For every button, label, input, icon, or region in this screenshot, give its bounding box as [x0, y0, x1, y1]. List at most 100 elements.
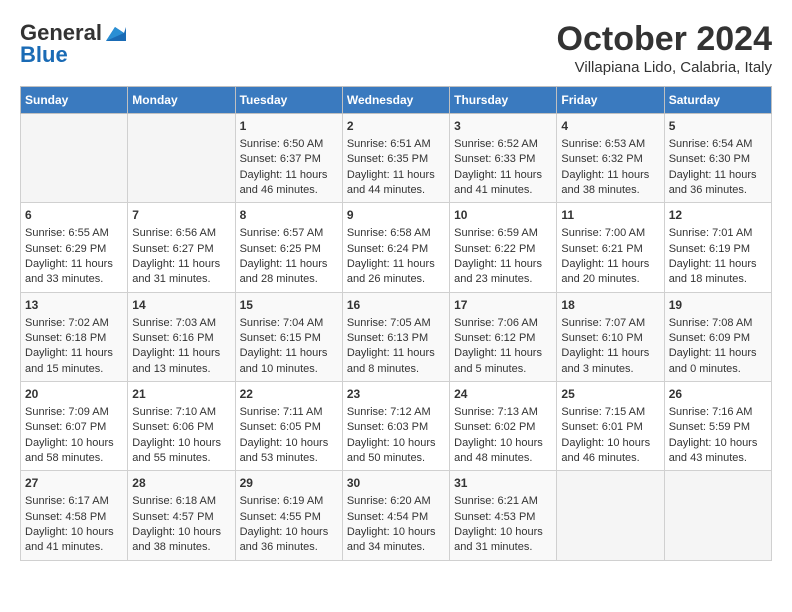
calendar-cell: 8 Sunrise: 6:57 AMSunset: 6:25 PMDaylight…	[235, 203, 342, 292]
day-info: Sunrise: 6:58 AM	[347, 226, 445, 241]
day-info: Sunset: 6:32 PM	[561, 152, 659, 167]
calendar-cell: 27Sunrise: 6:17 AMSunset: 4:58 PMDayligh…	[21, 471, 128, 560]
day-info: Daylight: 11 hours and 13 minutes.	[132, 346, 230, 377]
day-info: Daylight: 11 hours and 18 minutes.	[669, 257, 767, 288]
calendar-week-2: 6Sunrise: 6:55 AMSunset: 6:29 PMDaylight…	[21, 203, 772, 292]
day-info: Daylight: 10 hours and 36 minutes.	[240, 525, 338, 556]
calendar-cell: 18Sunrise: 7:07 AMSunset: 6:10 PMDayligh…	[557, 292, 664, 381]
header-day-friday: Friday	[557, 87, 664, 114]
day-info: Sunrise: 7:13 AM	[454, 405, 552, 420]
day-info: Sunrise: 6:57 AM	[240, 226, 338, 241]
day-info: Daylight: 11 hours and 28 minutes.	[240, 257, 338, 288]
day-number: 14	[132, 297, 230, 314]
day-info: Sunrise: 7:05 AM	[347, 316, 445, 331]
day-info: Sunset: 6:19 PM	[669, 242, 767, 257]
day-number: 31	[454, 475, 552, 492]
calendar-cell: 21Sunrise: 7:10 AMSunset: 6:06 PMDayligh…	[128, 382, 235, 471]
calendar-cell: 5Sunrise: 6:54 AMSunset: 6:30 PMDaylight…	[664, 114, 771, 203]
page-header: General Blue October 2024 Villapiana Lid…	[20, 20, 772, 76]
day-info: Daylight: 10 hours and 31 minutes.	[454, 525, 552, 556]
day-info: Sunrise: 6:54 AM	[669, 137, 767, 152]
day-info: Daylight: 11 hours and 36 minutes.	[669, 168, 767, 199]
day-info: Daylight: 11 hours and 20 minutes.	[561, 257, 659, 288]
day-number: 7	[132, 207, 230, 224]
calendar-cell: 1Sunrise: 6:50 AMSunset: 6:37 PMDaylight…	[235, 114, 342, 203]
day-number: 6	[25, 207, 123, 224]
day-info: Sunrise: 6:59 AM	[454, 226, 552, 241]
day-info: Sunrise: 7:10 AM	[132, 405, 230, 420]
day-info: Sunset: 6:15 PM	[240, 331, 338, 346]
calendar-cell: 2Sunrise: 6:51 AMSunset: 6:35 PMDaylight…	[342, 114, 449, 203]
day-info: Sunrise: 7:11 AM	[240, 405, 338, 420]
calendar-cell: 11Sunrise: 7:00 AMSunset: 6:21 PMDayligh…	[557, 203, 664, 292]
day-number: 25	[561, 386, 659, 403]
calendar-cell	[128, 114, 235, 203]
day-info: Sunset: 6:27 PM	[132, 242, 230, 257]
calendar-week-1: 1Sunrise: 6:50 AMSunset: 6:37 PMDaylight…	[21, 114, 772, 203]
day-number: 29	[240, 475, 338, 492]
day-info: Sunset: 6:07 PM	[25, 420, 123, 435]
month-title: October 2024	[557, 20, 772, 59]
day-info: Daylight: 11 hours and 5 minutes.	[454, 346, 552, 377]
day-info: Daylight: 10 hours and 48 minutes.	[454, 436, 552, 467]
header-day-saturday: Saturday	[664, 87, 771, 114]
day-number: 20	[25, 386, 123, 403]
day-info: Sunrise: 6:53 AM	[561, 137, 659, 152]
day-number: 2	[347, 118, 445, 135]
day-number: 23	[347, 386, 445, 403]
header-day-tuesday: Tuesday	[235, 87, 342, 114]
day-info: Sunset: 6:06 PM	[132, 420, 230, 435]
day-number: 22	[240, 386, 338, 403]
calendar-cell: 16Sunrise: 7:05 AMSunset: 6:13 PMDayligh…	[342, 292, 449, 381]
day-number: 28	[132, 475, 230, 492]
day-number: 8	[240, 207, 338, 224]
day-info: Daylight: 11 hours and 33 minutes.	[25, 257, 123, 288]
calendar-cell: 6Sunrise: 6:55 AMSunset: 6:29 PMDaylight…	[21, 203, 128, 292]
day-info: Daylight: 11 hours and 8 minutes.	[347, 346, 445, 377]
header-day-monday: Monday	[128, 87, 235, 114]
calendar-cell: 22Sunrise: 7:11 AMSunset: 6:05 PMDayligh…	[235, 382, 342, 471]
day-info: Sunset: 6:16 PM	[132, 331, 230, 346]
day-info: Sunrise: 6:51 AM	[347, 137, 445, 152]
calendar-cell: 24Sunrise: 7:13 AMSunset: 6:02 PMDayligh…	[450, 382, 557, 471]
day-info: Sunrise: 6:50 AM	[240, 137, 338, 152]
day-info: Sunrise: 6:18 AM	[132, 494, 230, 509]
logo-blue: Blue	[20, 42, 68, 68]
day-number: 9	[347, 207, 445, 224]
day-info: Sunset: 6:21 PM	[561, 242, 659, 257]
day-info: Sunset: 6:25 PM	[240, 242, 338, 257]
calendar-cell: 3Sunrise: 6:52 AMSunset: 6:33 PMDaylight…	[450, 114, 557, 203]
day-info: Sunrise: 7:08 AM	[669, 316, 767, 331]
day-info: Sunset: 6:30 PM	[669, 152, 767, 167]
day-info: Sunrise: 7:16 AM	[669, 405, 767, 420]
day-info: Sunset: 6:03 PM	[347, 420, 445, 435]
day-info: Sunrise: 7:03 AM	[132, 316, 230, 331]
day-info: Sunset: 6:24 PM	[347, 242, 445, 257]
day-info: Sunset: 4:54 PM	[347, 510, 445, 525]
day-info: Daylight: 10 hours and 53 minutes.	[240, 436, 338, 467]
day-number: 12	[669, 207, 767, 224]
calendar-cell: 26Sunrise: 7:16 AMSunset: 5:59 PMDayligh…	[664, 382, 771, 471]
day-info: Daylight: 11 hours and 3 minutes.	[561, 346, 659, 377]
day-info: Sunset: 6:35 PM	[347, 152, 445, 167]
day-info: Sunrise: 6:52 AM	[454, 137, 552, 152]
day-info: Sunset: 4:55 PM	[240, 510, 338, 525]
calendar-cell: 12Sunrise: 7:01 AMSunset: 6:19 PMDayligh…	[664, 203, 771, 292]
day-number: 19	[669, 297, 767, 314]
calendar-cell: 4Sunrise: 6:53 AMSunset: 6:32 PMDaylight…	[557, 114, 664, 203]
day-info: Daylight: 10 hours and 55 minutes.	[132, 436, 230, 467]
day-info: Sunset: 6:10 PM	[561, 331, 659, 346]
calendar-cell: 17Sunrise: 7:06 AMSunset: 6:12 PMDayligh…	[450, 292, 557, 381]
day-number: 1	[240, 118, 338, 135]
location: Villapiana Lido, Calabria, Italy	[557, 59, 772, 76]
day-info: Sunrise: 7:15 AM	[561, 405, 659, 420]
day-info: Daylight: 10 hours and 41 minutes.	[25, 525, 123, 556]
day-info: Sunrise: 6:55 AM	[25, 226, 123, 241]
day-info: Sunrise: 7:04 AM	[240, 316, 338, 331]
day-info: Daylight: 11 hours and 41 minutes.	[454, 168, 552, 199]
day-number: 4	[561, 118, 659, 135]
day-number: 30	[347, 475, 445, 492]
calendar-week-5: 27Sunrise: 6:17 AMSunset: 4:58 PMDayligh…	[21, 471, 772, 560]
day-number: 26	[669, 386, 767, 403]
calendar-cell: 25Sunrise: 7:15 AMSunset: 6:01 PMDayligh…	[557, 382, 664, 471]
